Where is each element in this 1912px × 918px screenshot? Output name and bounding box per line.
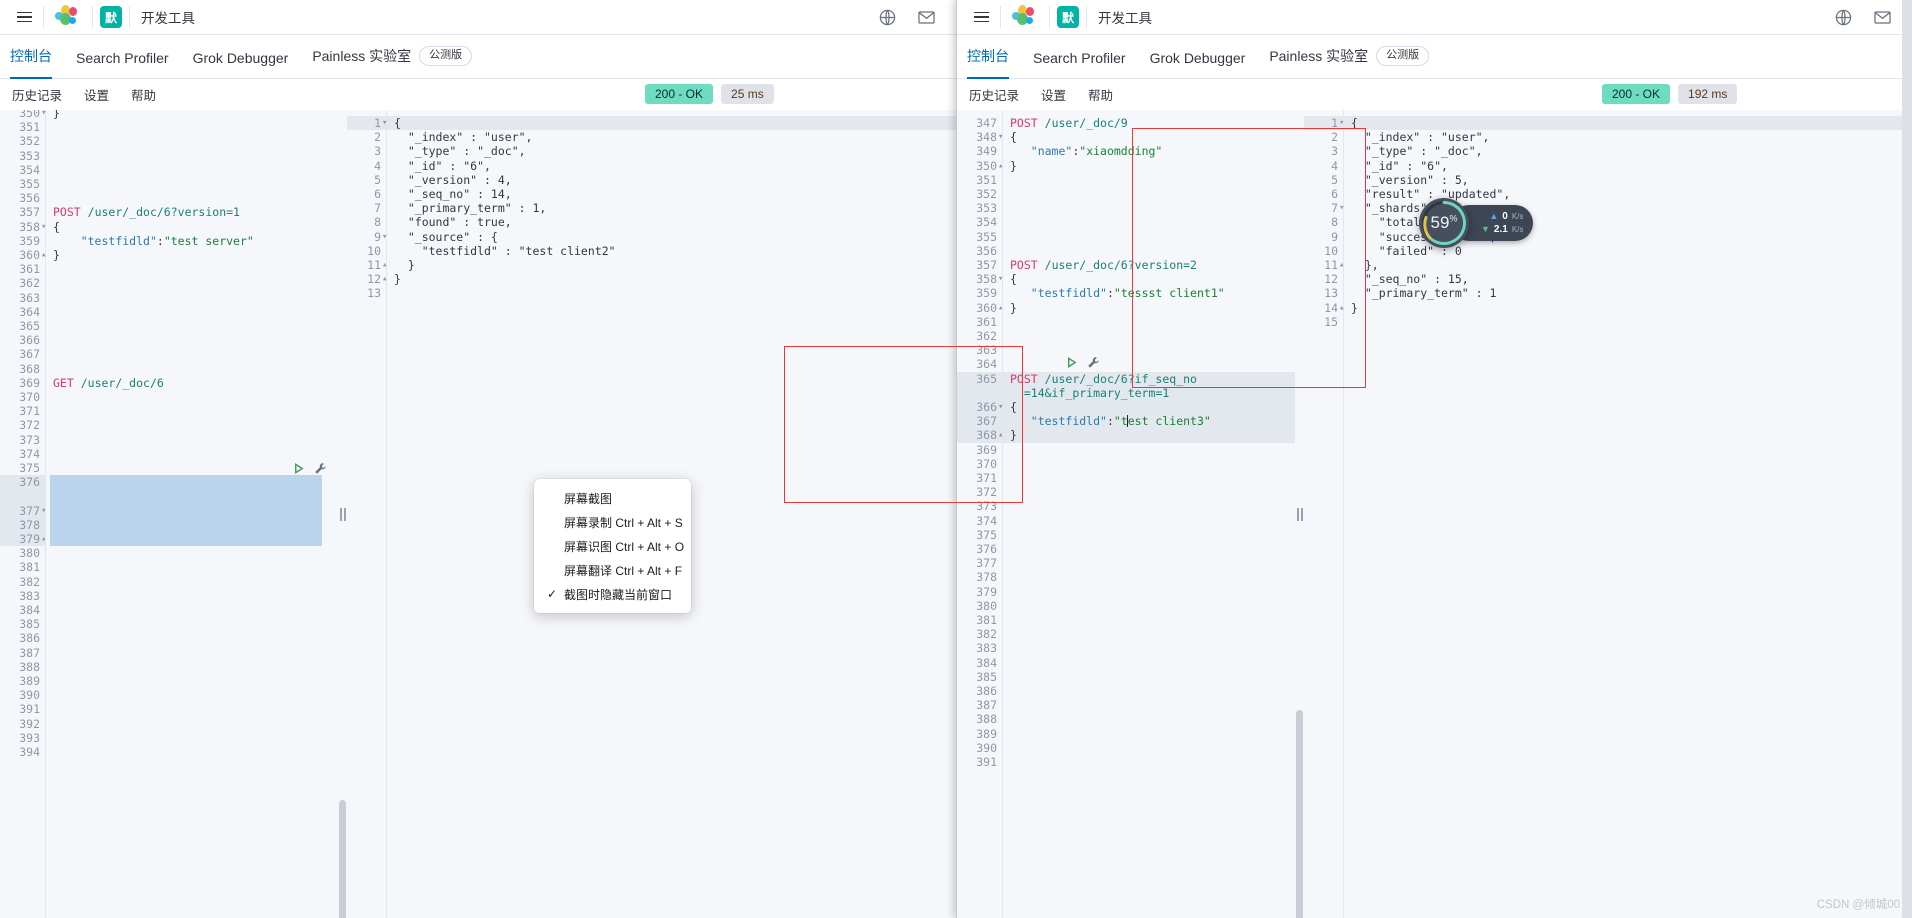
- tab-console[interactable]: 控制台: [967, 46, 1009, 79]
- divider: [1086, 6, 1087, 28]
- menu-item-screen-ocr[interactable]: 屏幕识图 Ctrl + Alt + O: [534, 534, 691, 558]
- tab-label: 控制台: [10, 48, 52, 64]
- tab-label: Grok Debugger: [192, 50, 289, 66]
- status-left: 200 - OK 25 ms: [645, 84, 774, 104]
- tab-search-profiler[interactable]: Search Profiler: [1033, 50, 1126, 78]
- divider: [129, 6, 130, 28]
- watermark: CSDN @倾城00: [1816, 899, 1900, 911]
- console-menu-right: 历史记录 设置 帮助 200 - OK 192 ms: [957, 79, 1912, 109]
- tab-label: Painless 实验室: [312, 48, 412, 64]
- beta-badge: 公测版: [1376, 46, 1430, 66]
- tab-console[interactable]: 控制台: [10, 46, 52, 79]
- menu-icon[interactable]: [6, 11, 42, 23]
- cpu-usage-value: 59%: [1430, 213, 1458, 232]
- download-value: 2.1: [1493, 224, 1508, 235]
- menu-item-screen-record[interactable]: 屏幕录制 Ctrl + Alt + S: [534, 510, 691, 534]
- cpu-usage-gauge: 59%: [1419, 198, 1469, 248]
- tab-label: Search Profiler: [76, 50, 169, 66]
- upload-rate: ▲ 0 K/s: [1481, 210, 1523, 223]
- divider: [92, 6, 93, 28]
- tabs-left: 控制台 Search Profiler Grok Debugger Painle…: [0, 35, 956, 79]
- desktop-edge: [1902, 0, 1912, 918]
- app-title: 开发工具: [141, 11, 195, 26]
- menu-item-hide-window[interactable]: ✓ 截图时隐藏当前窗口: [534, 582, 691, 606]
- topbar-right: 默 开发工具: [957, 0, 1912, 35]
- download-rate: ▼ 2.1 K/s: [1481, 223, 1523, 236]
- tab-label: 控制台: [967, 48, 1009, 64]
- topbar-left: 默 开发工具: [0, 0, 956, 35]
- status-time: 25 ms: [721, 84, 774, 104]
- kibana-window-left: 默 开发工具 控制台 Search Profiler Grok Debugger…: [0, 0, 956, 918]
- upload-arrow-icon: ▲: [1489, 211, 1499, 221]
- check-icon: ✓: [547, 587, 558, 601]
- space-badge[interactable]: 默: [100, 6, 122, 28]
- menu-item-screenshot[interactable]: 屏幕截图: [534, 486, 691, 510]
- tab-label: Grok Debugger: [1149, 50, 1246, 66]
- menu-item-label: 屏幕录制 Ctrl + Alt + S: [564, 515, 683, 530]
- globe-icon[interactable]: [878, 8, 897, 27]
- kibana-window-right: 默 开发工具 控制台 Search Profiler Grok Debugger…: [956, 0, 1912, 918]
- request-editor-right[interactable]: 347 POST /user/_doc/9 348 ▾{349 "name":"xia…: [957, 110, 1304, 918]
- status-badge: 200 - OK: [645, 84, 714, 104]
- download-unit: K/s: [1511, 225, 1524, 234]
- request-scrollbar[interactable]: [339, 800, 346, 918]
- mail-icon[interactable]: [917, 8, 936, 27]
- space-badge[interactable]: 默: [1057, 6, 1079, 28]
- menu-history[interactable]: 历史记录: [969, 85, 1019, 104]
- app-title: 开发工具: [1098, 11, 1152, 26]
- console-menu-left: 历史记录 设置 帮助 200 - OK 25 ms: [0, 79, 956, 109]
- menu-item-label: 屏幕截图: [564, 491, 613, 506]
- tab-label: Search Profiler: [1033, 50, 1126, 66]
- tab-grok-debugger[interactable]: Grok Debugger: [193, 50, 289, 78]
- tab-painless-lab[interactable]: Painless 实验室 公测版: [1269, 46, 1430, 78]
- menu-history[interactable]: 历史记录: [12, 85, 62, 104]
- screenshot-context-menu[interactable]: 屏幕截图 屏幕录制 Ctrl + Alt + S 屏幕识图 Ctrl + Alt…: [534, 479, 691, 613]
- request-scrollbar[interactable]: [1296, 710, 1303, 918]
- status-time: 192 ms: [1678, 84, 1738, 104]
- menu-help[interactable]: 帮助: [1088, 85, 1113, 104]
- beta-badge: 公测版: [419, 46, 473, 66]
- menu-help[interactable]: 帮助: [131, 85, 156, 104]
- pane-splitter-left[interactable]: [338, 110, 347, 918]
- menu-icon[interactable]: [963, 11, 999, 23]
- request-actions-left: [292, 462, 327, 480]
- elastic-logo: [51, 5, 85, 29]
- menu-item-label: 屏幕识图 Ctrl + Alt + O: [564, 539, 685, 554]
- status-badge: 200 - OK: [1602, 84, 1671, 104]
- desktop: 默 开发工具 控制台 Search Profiler Grok Debugger…: [0, 0, 1912, 918]
- divider: [1049, 6, 1050, 28]
- network-speed-widget[interactable]: 59% ▲ 0 K/s ▼ 2.1 K/s: [1419, 198, 1534, 248]
- tabs-right: 控制台 Search Profiler Grok Debugger Painle…: [957, 35, 1912, 79]
- mail-icon[interactable]: [1873, 8, 1892, 27]
- play-icon[interactable]: [1065, 356, 1078, 374]
- topbar-actions: [1834, 8, 1912, 27]
- wrench-icon[interactable]: [1087, 356, 1100, 374]
- menu-item-label: 截图时隐藏当前窗口: [564, 587, 673, 602]
- download-arrow-icon: ▼: [1481, 224, 1490, 234]
- tab-label: Painless 实验室: [1269, 48, 1369, 64]
- divider: [1000, 6, 1001, 28]
- wrench-icon[interactable]: [314, 462, 327, 480]
- tab-grok-debugger[interactable]: Grok Debugger: [1150, 50, 1246, 78]
- status-right: 200 - OK 192 ms: [1602, 84, 1738, 104]
- menu-settings[interactable]: 设置: [84, 85, 109, 104]
- menu-item-label: 屏幕翻译 Ctrl + Alt + F: [564, 563, 683, 578]
- tab-search-profiler[interactable]: Search Profiler: [76, 50, 169, 78]
- console-panes-left: 350 ▾} 351 352 353 354 355 356 357 POST /user/_do…: [0, 110, 956, 918]
- upload-value: 0: [1502, 211, 1508, 222]
- upload-unit: K/s: [1511, 212, 1524, 221]
- globe-icon[interactable]: [1834, 8, 1853, 27]
- request-actions-right: [1065, 356, 1100, 374]
- text-selection: [50, 475, 322, 547]
- menu-settings[interactable]: 设置: [1041, 85, 1066, 104]
- tab-painless-lab[interactable]: Painless 实验室 公测版: [312, 46, 473, 78]
- play-icon[interactable]: [292, 462, 305, 480]
- topbar-actions: [878, 8, 956, 27]
- menu-item-screen-translate[interactable]: 屏幕翻译 Ctrl + Alt + F: [534, 558, 691, 582]
- response-editor-right[interactable]: 1 ▾{2 "_index" : "user", 3 "_type" : "_doc…: [1304, 110, 1912, 918]
- elastic-logo: [1008, 5, 1042, 29]
- request-editor-left[interactable]: 350 ▾} 351 352 353 354 355 356 357 POST /user/_do…: [0, 110, 347, 918]
- divider: [43, 6, 44, 28]
